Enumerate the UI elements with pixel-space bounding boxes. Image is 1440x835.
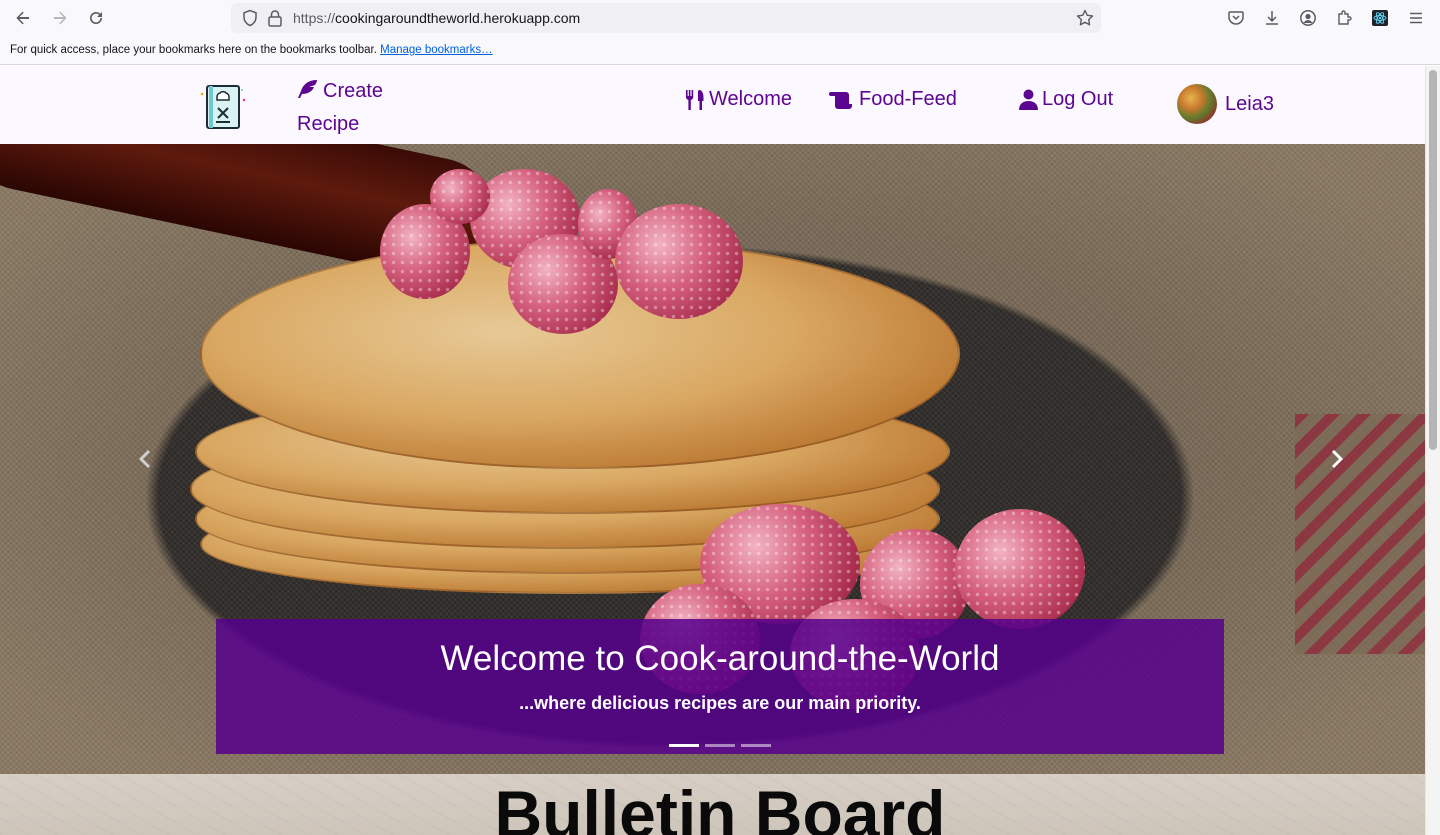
- carousel-indicator-1[interactable]: [669, 744, 699, 747]
- bulletin-board-section: Bulletin Board: [0, 774, 1425, 835]
- caption-subtitle: ...where delicious recipes are our main …: [519, 693, 921, 713]
- bulletin-board-title: Bulletin Board: [494, 777, 946, 835]
- account-icon[interactable]: [1296, 6, 1320, 30]
- shield-icon[interactable]: [241, 9, 259, 32]
- url-host: cookingaroundtheworld.herokuapp.com: [335, 10, 581, 26]
- download-icon[interactable]: [1260, 6, 1284, 30]
- carousel-next-button[interactable]: [1323, 444, 1353, 474]
- bookmarks-hint: For quick access, place your bookmarks h…: [10, 44, 493, 56]
- scrollbar-thumb[interactable]: [1429, 70, 1437, 450]
- forward-icon[interactable]: [48, 6, 72, 30]
- page-scrollbar[interactable]: [1425, 66, 1440, 835]
- food-feed-label: Food-Feed: [859, 88, 957, 110]
- nav-welcome[interactable]: Welcome: [685, 88, 792, 111]
- reload-icon[interactable]: [84, 6, 108, 30]
- carousel-indicator-2[interactable]: [705, 744, 735, 747]
- carousel-prev-button[interactable]: [129, 444, 159, 474]
- extensions-icon[interactable]: [1332, 6, 1356, 30]
- chevron-left-icon: [137, 449, 151, 469]
- log-out-label: Log Out: [1042, 88, 1114, 110]
- red-cloth: [1295, 414, 1425, 654]
- logo-icon[interactable]: [200, 82, 246, 132]
- raspberry: [615, 204, 743, 319]
- url-protocol: https://: [293, 10, 336, 26]
- nav-profile[interactable]: Leia3: [1177, 84, 1274, 124]
- lock-icon[interactable]: [267, 9, 283, 32]
- create-recipe-line1: Create: [323, 80, 384, 102]
- nav-food-feed[interactable]: Food-Feed: [829, 88, 957, 111]
- carousel-caption: Welcome to Cook-around-the-World ...wher…: [216, 619, 1224, 754]
- site-navbar: Create Recipe Welcome Food-Feed Log Out …: [0, 66, 1425, 144]
- nav-create-recipe[interactable]: Create Recipe: [297, 76, 383, 140]
- pocket-icon[interactable]: [1224, 6, 1248, 30]
- hero-carousel: Welcome to Cook-around-the-World ...wher…: [0, 144, 1425, 774]
- raspberry: [430, 169, 490, 224]
- carousel-indicators: [669, 744, 771, 747]
- bookmarks-toolbar: For quick access, place your bookmarks h…: [0, 36, 1440, 65]
- create-recipe-line2: Recipe: [297, 113, 360, 135]
- menu-icon[interactable]: [1404, 6, 1428, 30]
- raspberry: [955, 509, 1085, 629]
- browser-toolbar: https://cookingaroundtheworld.herokuapp.…: [0, 0, 1440, 36]
- carousel-indicator-3[interactable]: [741, 744, 771, 747]
- nav-log-out[interactable]: Log Out: [1019, 88, 1113, 111]
- url-text[interactable]: https://cookingaroundtheworld.herokuapp.…: [293, 10, 580, 26]
- user-icon: [1019, 89, 1038, 110]
- bookmarks-hint-text: For quick access, place your bookmarks h…: [10, 44, 377, 56]
- react-devtools-icon[interactable]: [1368, 6, 1392, 30]
- welcome-label: Welcome: [709, 88, 792, 110]
- back-icon[interactable]: [11, 6, 35, 30]
- avatar[interactable]: [1177, 84, 1217, 124]
- caption-title: Welcome to Cook-around-the-World: [440, 639, 1000, 678]
- scroll-icon: [829, 90, 853, 110]
- url-bar[interactable]: https://cookingaroundtheworld.herokuapp.…: [231, 3, 1101, 33]
- username-label: Leia3: [1225, 92, 1274, 115]
- star-icon[interactable]: [1075, 8, 1095, 33]
- feather-icon: [297, 78, 319, 109]
- manage-bookmarks-link[interactable]: Manage bookmarks…: [380, 44, 493, 56]
- utensils-icon: [685, 89, 705, 111]
- page-viewport: Create Recipe Welcome Food-Feed Log Out …: [0, 66, 1440, 835]
- chevron-right-icon: [1331, 449, 1345, 469]
